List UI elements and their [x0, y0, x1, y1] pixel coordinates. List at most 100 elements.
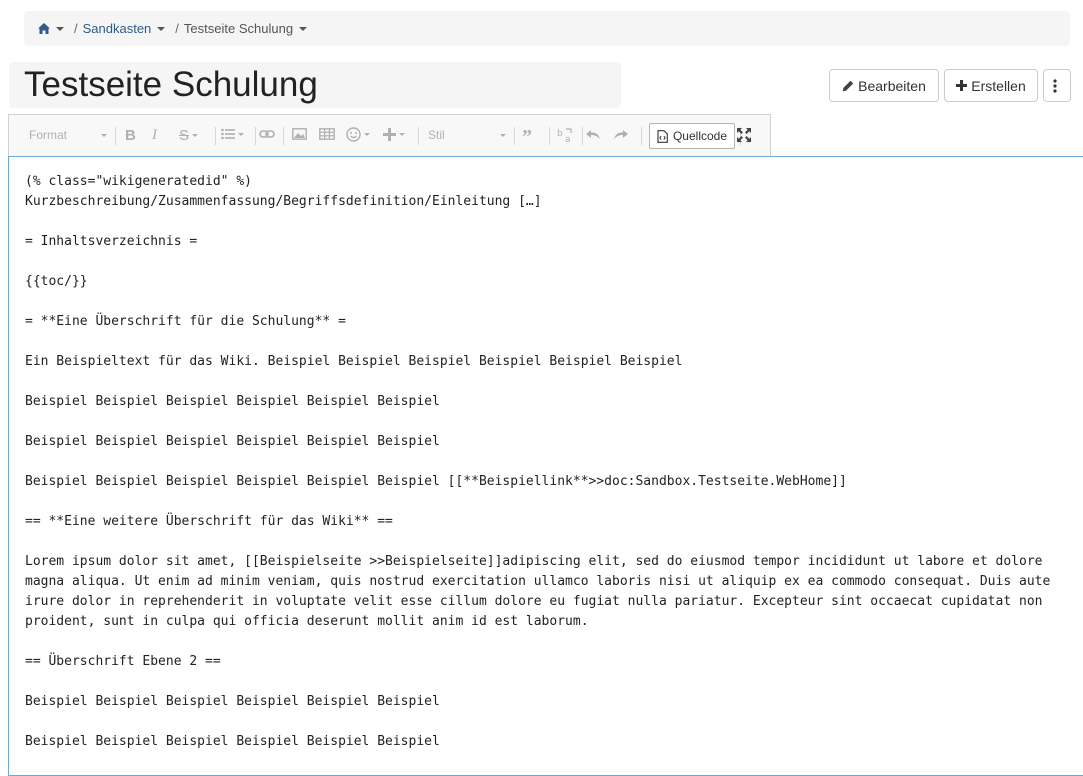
- toolbar-separator: [418, 127, 419, 145]
- toolbar-separator: [115, 127, 116, 145]
- source-line: proident, sunt in culpa qui officia dese…: [25, 614, 589, 629]
- more-vertical-icon: [1053, 78, 1057, 93]
- source-button-label: Quellcode: [672, 129, 728, 143]
- toolbar-separator: [283, 127, 284, 145]
- plus-icon: [956, 80, 968, 91]
- source-line: irure dolor in reprehenderit in voluptat…: [25, 594, 1043, 609]
- quote-icon: ”: [522, 126, 532, 148]
- page-title[interactable]: Testseite Schulung: [24, 63, 318, 107]
- redo-icon: [614, 130, 628, 139]
- redo-button[interactable]: [613, 129, 629, 140]
- breadcrumb-separator: /: [74, 21, 78, 36]
- bold-button[interactable]: B: [125, 127, 136, 144]
- source-line: [25, 292, 1050, 312]
- source-editor[interactable]: (% class="wikigeneratedid" %) Kurzbeschre…: [8, 156, 1083, 776]
- format-dropdown[interactable]: Format: [29, 128, 107, 142]
- undo-icon: [586, 130, 600, 139]
- svg-text:a: a: [565, 135, 571, 143]
- source-line: {{toc/}}: [25, 274, 88, 289]
- source-line: [25, 492, 1050, 512]
- breadcrumb-item-current: Testseite Schulung: [183, 21, 294, 36]
- toolbar-separator: [582, 127, 583, 145]
- fullscreen-icon: [737, 128, 751, 142]
- chevron-down-icon[interactable]: [299, 26, 308, 31]
- toolbar-separator: [514, 127, 515, 145]
- toolbar-separator: [641, 127, 642, 145]
- source-line: [25, 532, 1050, 552]
- source-line: Ein Beispieltext für das Wiki. Beispiel …: [25, 354, 683, 369]
- source-line: [25, 632, 1050, 652]
- source-line: [25, 452, 1050, 472]
- bold-icon: B: [125, 127, 136, 144]
- strikethrough-icon: S: [179, 127, 190, 144]
- source-code-icon: [657, 129, 668, 143]
- breadcrumb: / Sandkasten / Testseite Schulung: [24, 11, 1070, 46]
- toolbar-separator: [549, 127, 550, 145]
- source-line: Lorem ipsum dolor sit amet, [[Beispielse…: [25, 554, 1043, 569]
- source-line: == **Eine weitere Überschrift für das Wi…: [25, 514, 393, 529]
- table-icon: [319, 128, 335, 140]
- breadcrumb-separator: /: [175, 21, 179, 36]
- source-line: = **Eine Überschrift für die Schulung** …: [25, 314, 346, 329]
- maximize-button[interactable]: [737, 128, 751, 142]
- link-button[interactable]: [259, 129, 275, 139]
- source-line: [25, 372, 1050, 392]
- source-line: (% class="wikigeneratedid" %): [25, 174, 252, 189]
- blockquote-button[interactable]: ”: [522, 126, 532, 149]
- emoji-button[interactable]: [346, 127, 370, 142]
- source-line: magna aliqua. Ut enim ad minim veniam, q…: [25, 574, 1051, 589]
- source-line: [25, 252, 1050, 272]
- chevron-down-icon: [192, 134, 199, 137]
- list-button[interactable]: [221, 128, 244, 140]
- edit-button-label: Bearbeiten: [858, 77, 926, 94]
- table-button[interactable]: [319, 128, 335, 140]
- breadcrumb-item-sandbox[interactable]: Sandkasten: [83, 21, 152, 36]
- edit-button[interactable]: Bearbeiten: [829, 69, 939, 102]
- plus-icon: [383, 128, 396, 141]
- toolbar-separator: [255, 127, 256, 145]
- pencil-icon: [842, 80, 854, 91]
- chevron-down-icon: [101, 133, 107, 137]
- chevron-down-icon: [399, 133, 405, 136]
- chevron-down-icon: [500, 133, 506, 137]
- image-button[interactable]: [292, 128, 307, 140]
- strikethrough-button[interactable]: S: [179, 127, 199, 144]
- source-text: (% class="wikigeneratedid" %) Kurzbeschre…: [25, 172, 1050, 752]
- svg-text:b: b: [557, 129, 563, 139]
- home-icon: [38, 23, 50, 34]
- list-icon: [221, 128, 235, 140]
- source-line: Beispiel Beispiel Beispiel Beispiel Beis…: [25, 694, 440, 709]
- source-line: Beispiel Beispiel Beispiel Beispiel Beis…: [25, 434, 440, 449]
- more-actions-button[interactable]: [1043, 69, 1071, 102]
- format-dropdown-label: Format: [29, 128, 68, 142]
- source-line: Beispiel Beispiel Beispiel Beispiel Beis…: [25, 474, 847, 489]
- source-line: [25, 672, 1050, 692]
- source-line: [25, 712, 1050, 732]
- style-dropdown-label: Stil: [428, 128, 445, 142]
- language-button[interactable]: b a: [557, 127, 574, 143]
- language-icon: b a: [557, 128, 572, 143]
- italic-icon: I: [152, 127, 157, 143]
- chevron-down-icon: [364, 133, 370, 136]
- create-button[interactable]: Erstellen: [944, 69, 1038, 102]
- insert-button[interactable]: [383, 128, 405, 141]
- source-line: [25, 212, 1050, 232]
- italic-button[interactable]: I: [152, 127, 157, 144]
- smiley-icon: [346, 127, 361, 142]
- source-line: == Überschrift Ebene 2 ==: [25, 654, 221, 669]
- toolbar-separator: [215, 127, 216, 145]
- link-icon: [259, 130, 275, 138]
- source-button[interactable]: Quellcode: [649, 123, 735, 149]
- breadcrumb-home[interactable]: [38, 23, 64, 34]
- undo-button[interactable]: [585, 129, 601, 140]
- source-line: Beispiel Beispiel Beispiel Beispiel Beis…: [25, 394, 440, 409]
- chevron-down-icon: [238, 132, 244, 136]
- source-line: Kurzbeschreibung/Zusammenfassung/Begriff…: [25, 194, 542, 209]
- editor-toolbar: Format B I S Stil ” b a Quellcode: [8, 114, 771, 156]
- chevron-down-icon[interactable]: [56, 26, 64, 31]
- create-button-label: Erstellen: [971, 77, 1026, 94]
- source-line: [25, 412, 1050, 432]
- chevron-down-icon[interactable]: [157, 26, 166, 31]
- style-dropdown[interactable]: Stil: [428, 128, 506, 142]
- source-line: [25, 332, 1050, 352]
